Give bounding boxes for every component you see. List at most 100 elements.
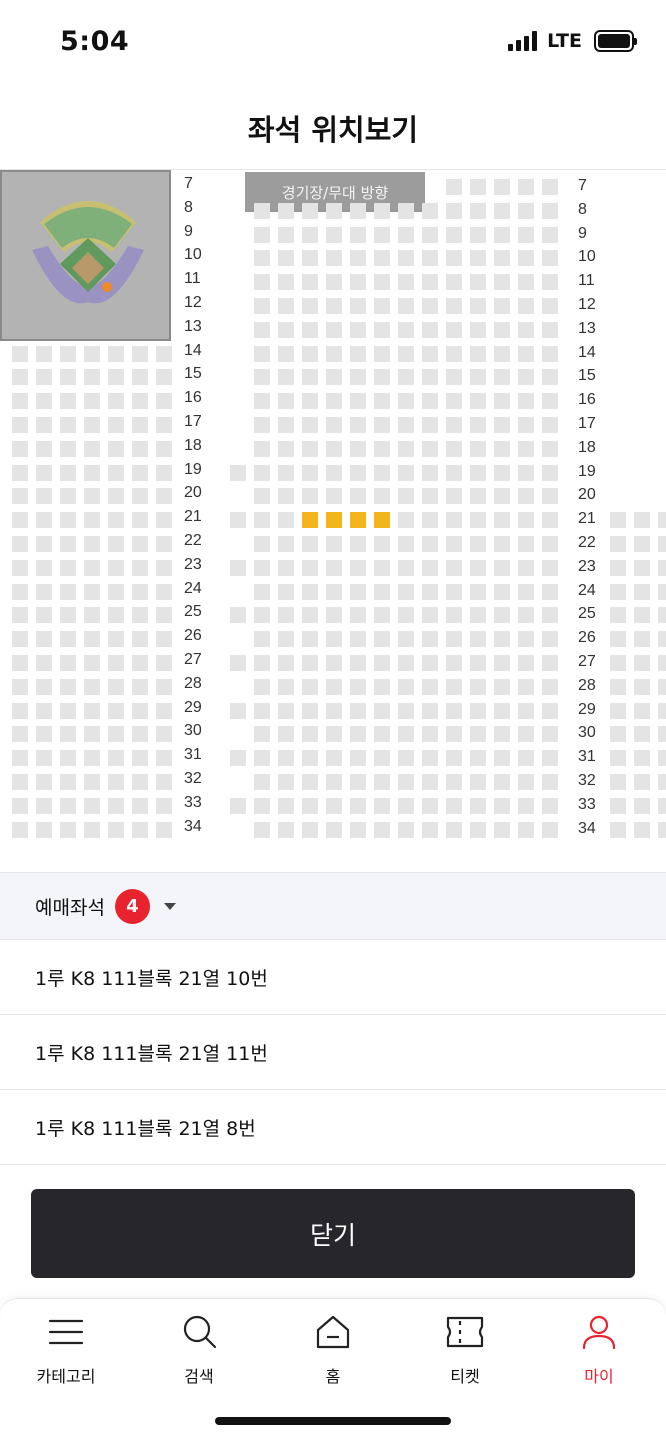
- seat[interactable]: [108, 655, 124, 671]
- seat[interactable]: [326, 369, 342, 386]
- seat[interactable]: [254, 750, 270, 767]
- seat[interactable]: [350, 536, 366, 552]
- seat[interactable]: [542, 559, 558, 576]
- seat[interactable]: [156, 488, 172, 505]
- seat[interactable]: [658, 726, 666, 743]
- seat[interactable]: [470, 321, 486, 338]
- seat[interactable]: [326, 774, 342, 790]
- seat[interactable]: [658, 678, 666, 695]
- seat[interactable]: [494, 774, 510, 790]
- seat[interactable]: [350, 417, 366, 433]
- seat[interactable]: [542, 345, 558, 362]
- seat[interactable]: [326, 298, 342, 314]
- seat[interactable]: [446, 774, 462, 790]
- seat[interactable]: [446, 250, 462, 267]
- seat[interactable]: [374, 488, 390, 505]
- seat[interactable]: [446, 631, 462, 648]
- seat[interactable]: [108, 774, 124, 790]
- seat[interactable]: [542, 298, 558, 314]
- seat[interactable]: [254, 393, 270, 410]
- seat[interactable]: [278, 488, 294, 505]
- seat[interactable]: [278, 726, 294, 743]
- seat[interactable]: [36, 797, 52, 814]
- seat[interactable]: [398, 417, 414, 433]
- seat[interactable]: [350, 393, 366, 410]
- seat[interactable]: [278, 321, 294, 338]
- seat[interactable]: [12, 631, 28, 648]
- seat[interactable]: [132, 440, 148, 457]
- seat[interactable]: [494, 321, 510, 338]
- seat[interactable]: [542, 393, 558, 410]
- seat[interactable]: [470, 821, 486, 838]
- seat[interactable]: [634, 631, 650, 648]
- seat[interactable]: [494, 179, 510, 195]
- seat[interactable]: [156, 417, 172, 433]
- seat[interactable]: [12, 655, 28, 671]
- seat[interactable]: [132, 726, 148, 743]
- seat[interactable]: [542, 321, 558, 338]
- seat[interactable]: [326, 345, 342, 362]
- seat[interactable]: [446, 179, 462, 195]
- seat[interactable]: [518, 417, 534, 433]
- seat[interactable]: [494, 202, 510, 219]
- seat[interactable]: [518, 202, 534, 219]
- seat[interactable]: [230, 702, 246, 719]
- nav-item-home[interactable]: 홈: [278, 1313, 388, 1393]
- seat[interactable]: [374, 440, 390, 457]
- seat[interactable]: [84, 393, 100, 410]
- seat[interactable]: [156, 369, 172, 386]
- seat[interactable]: [132, 631, 148, 648]
- seat[interactable]: [84, 702, 100, 719]
- seat[interactable]: [470, 345, 486, 362]
- seat[interactable]: [634, 750, 650, 767]
- seat[interactable]: [302, 369, 318, 386]
- seat[interactable]: [494, 797, 510, 814]
- seat[interactable]: [518, 559, 534, 576]
- seat[interactable]: [254, 726, 270, 743]
- seat[interactable]: [278, 393, 294, 410]
- seat[interactable]: [132, 417, 148, 433]
- seat[interactable]: [518, 678, 534, 695]
- seat[interactable]: [494, 274, 510, 291]
- seat[interactable]: [254, 417, 270, 433]
- seat[interactable]: [36, 774, 52, 790]
- seat[interactable]: [422, 298, 438, 314]
- seat[interactable]: [326, 321, 342, 338]
- seat[interactable]: [470, 393, 486, 410]
- seat[interactable]: [542, 726, 558, 743]
- seat[interactable]: [254, 274, 270, 291]
- seat[interactable]: [494, 393, 510, 410]
- seat[interactable]: [36, 678, 52, 695]
- seat[interactable]: [36, 655, 52, 671]
- seat[interactable]: [302, 345, 318, 362]
- seat[interactable]: [398, 631, 414, 648]
- seat[interactable]: [326, 631, 342, 648]
- seat[interactable]: [634, 702, 650, 719]
- seat[interactable]: [350, 797, 366, 814]
- seat[interactable]: [12, 488, 28, 505]
- seat[interactable]: [470, 179, 486, 195]
- seat[interactable]: [302, 298, 318, 314]
- seat[interactable]: [326, 536, 342, 552]
- seat[interactable]: [36, 583, 52, 600]
- seat[interactable]: [398, 583, 414, 600]
- seat[interactable]: [12, 774, 28, 790]
- seat[interactable]: [350, 298, 366, 314]
- seat[interactable]: [494, 226, 510, 243]
- seat[interactable]: [132, 369, 148, 386]
- seat[interactable]: [542, 583, 558, 600]
- seat[interactable]: [374, 702, 390, 719]
- seat[interactable]: [610, 774, 626, 790]
- seat[interactable]: [374, 250, 390, 267]
- seat[interactable]: [398, 298, 414, 314]
- seat[interactable]: [156, 678, 172, 695]
- seat[interactable]: [518, 393, 534, 410]
- seat[interactable]: [542, 607, 558, 624]
- seat[interactable]: [60, 797, 76, 814]
- seat[interactable]: [254, 226, 270, 243]
- seat[interactable]: [610, 655, 626, 671]
- seat[interactable]: [470, 417, 486, 433]
- seat[interactable]: [494, 821, 510, 838]
- seat[interactable]: [374, 583, 390, 600]
- seat[interactable]: [254, 678, 270, 695]
